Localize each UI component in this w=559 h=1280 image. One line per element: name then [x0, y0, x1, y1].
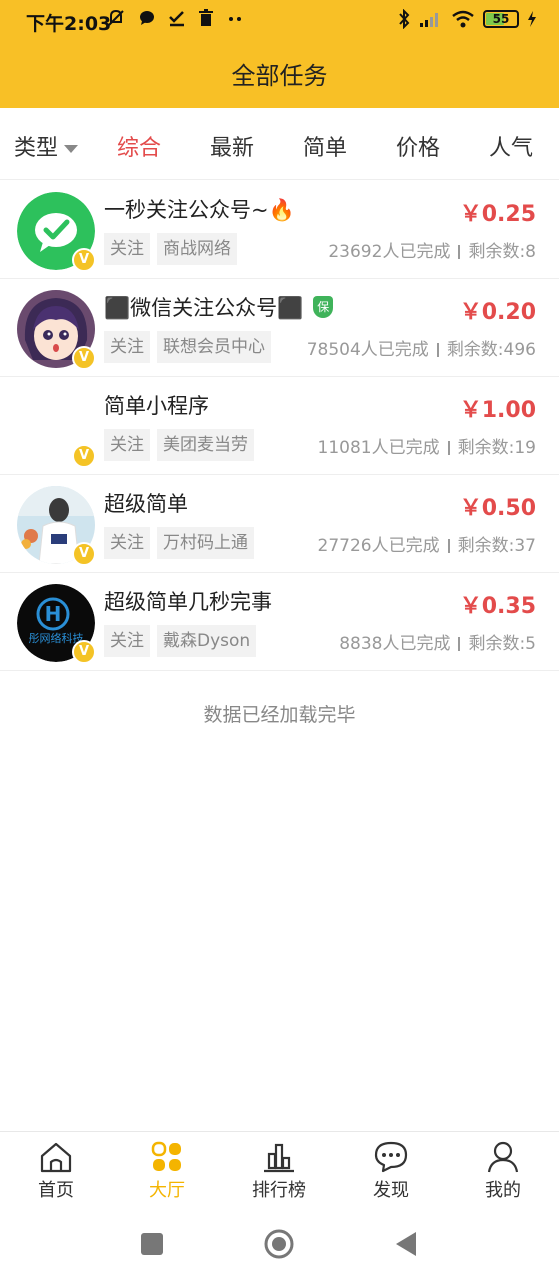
bottom-nav: 首页 大厅 排行榜 发现 我的: [0, 1131, 559, 1206]
profile-icon: [487, 1141, 519, 1173]
status-notification-icons: [106, 8, 244, 28]
guarantee-badge-icon: 保: [313, 296, 334, 318]
nav-profile[interactable]: 我的: [463, 1140, 543, 1202]
task-title: 超级简单几秒完事: [104, 590, 272, 614]
nav-discover-label: 发现: [373, 1180, 409, 1201]
task-type-tag: 关注: [104, 331, 150, 363]
task-merchant-tag: 联想会员中心: [157, 331, 271, 363]
task-row[interactable]: V ⬛微信关注公众号⬛ 保 ￥0.20 关注 联想会员中心 78504人已完成 剩余…: [0, 279, 559, 377]
nav-home-label: 首页: [38, 1180, 74, 1201]
verified-badge-icon: V: [72, 542, 96, 566]
list-end-message: 数据已经加载完毕: [203, 704, 356, 726]
wifi-icon: [452, 10, 474, 28]
completed-count: 11081人已完成: [317, 438, 440, 458]
nav-discover[interactable]: 发现: [351, 1140, 431, 1202]
mute-icon: [108, 9, 124, 26]
task-type-tag: 关注: [104, 625, 150, 657]
tab-comprehensive[interactable]: 综合: [117, 130, 161, 162]
back-button-icon[interactable]: [394, 1230, 418, 1258]
remaining-count: 剩余数:37: [457, 536, 536, 556]
task-type-tag: 关注: [104, 429, 150, 461]
checklist-icon: [169, 11, 184, 27]
svg-text:H: H: [45, 602, 62, 626]
task-merchant-tag: 美团麦当劳: [157, 429, 254, 461]
ranking-icon: [264, 1143, 294, 1173]
tab-latest[interactable]: 最新: [210, 130, 254, 162]
task-type-tag: 关注: [104, 233, 150, 265]
recent-apps-button-icon[interactable]: [140, 1232, 164, 1256]
tab-price[interactable]: 价格: [396, 130, 440, 162]
task-price: ￥1.00: [459, 398, 536, 423]
bluetooth-icon: [399, 9, 410, 29]
nav-home[interactable]: 首页: [16, 1140, 96, 1202]
tab-simple[interactable]: 简单: [303, 130, 347, 162]
nav-hall[interactable]: 大厅: [127, 1140, 207, 1202]
completed-count: 78504人已完成: [306, 340, 429, 360]
task-title: 一秒关注公众号~🔥: [104, 198, 295, 222]
status-system-icons: 55: [397, 9, 537, 29]
nav-ranking[interactable]: 排行榜: [239, 1140, 319, 1202]
home-button-icon[interactable]: [263, 1228, 295, 1260]
task-row[interactable]: V 一秒关注公众号~🔥 ￥0.25 关注 商战网络 23692人已完成 剩余数:8: [0, 181, 559, 279]
verified-badge-icon: V: [72, 248, 96, 272]
nav-ranking-label: 排行榜: [252, 1180, 306, 1201]
task-stats: 11081人已完成 剩余数:19: [318, 433, 536, 458]
type-dropdown-label: 类型: [14, 136, 59, 161]
task-row[interactable]: V 简单小程序 ￥1.00 关注 美团麦当劳 11081人已完成 剩余数:19: [0, 377, 559, 475]
battery-icon: 55: [483, 10, 519, 28]
type-dropdown[interactable]: 类型: [14, 130, 79, 162]
task-row[interactable]: V 超级简单 ￥0.50 关注 万村码上通 27726人已完成 剩余数:37: [0, 475, 559, 573]
verified-badge-icon: V: [72, 346, 96, 370]
completed-count: 23692人已完成: [328, 242, 451, 262]
task-stats: 23692人已完成 剩余数:8: [328, 237, 536, 262]
task-price: ￥0.35: [459, 594, 536, 619]
task-stats: 8838人已完成 剩余数:5: [339, 629, 536, 654]
remaining-count: 剩余数:496: [446, 340, 536, 360]
task-stats: 27726人已完成 剩余数:37: [318, 531, 536, 556]
battery-level: 55: [492, 12, 510, 26]
more-dots-icon: [229, 17, 241, 21]
system-navigation-bar: [0, 1206, 559, 1280]
completed-count: 27726人已完成: [317, 536, 440, 556]
verified-badge-icon: V: [72, 640, 96, 664]
remaining-count: 剩余数:5: [468, 634, 536, 654]
signal-icon: [420, 13, 438, 27]
remaining-count: 剩余数:8: [468, 242, 536, 262]
header: 下午2:03 55 全部任务: [0, 0, 559, 108]
nav-hall-label: 大厅: [149, 1180, 185, 1201]
status-time: 下午2:03: [26, 13, 112, 35]
task-price: ￥0.50: [459, 496, 536, 521]
task-price: ￥0.25: [459, 202, 536, 227]
caret-down-icon: [64, 145, 79, 153]
task-type-tag: 关注: [104, 527, 150, 559]
task-stats: 78504人已完成 剩余数:496: [307, 335, 536, 360]
task-row[interactable]: H 彤网络科技 V 超级简单几秒完事 ￥0.35 关注 戴森Dyson 8838…: [0, 573, 559, 671]
completed-count: 8838人已完成: [339, 634, 451, 654]
task-price: ￥0.20: [459, 300, 536, 325]
task-merchant-tag: 商战网络: [157, 233, 237, 265]
task-merchant-tag: 万村码上通: [157, 527, 254, 559]
status-bar: 下午2:03 55: [0, 0, 559, 42]
verified-badge-icon: V: [72, 444, 96, 468]
nav-profile-label: 我的: [485, 1180, 521, 1201]
tab-popularity[interactable]: 人气: [489, 130, 533, 162]
task-merchant-tag: 戴森Dyson: [157, 625, 257, 657]
discover-icon: [374, 1141, 408, 1173]
task-title: 超级简单: [104, 492, 188, 516]
remaining-count: 剩余数:19: [457, 438, 536, 458]
hall-icon: [151, 1141, 181, 1171]
filter-bar: 类型 综合 最新 简单 价格 人气: [0, 108, 559, 180]
task-title: ⬛微信关注公众号⬛ 保: [104, 292, 334, 322]
task-title: 简单小程序: [104, 394, 209, 418]
trash-icon: [199, 9, 213, 26]
page-title: 全部任务: [231, 62, 328, 90]
task-title-text: ⬛微信关注公众号⬛: [104, 296, 304, 320]
charging-icon: [528, 11, 536, 27]
chat-bubble-icon: [140, 11, 154, 25]
home-icon: [40, 1142, 72, 1173]
